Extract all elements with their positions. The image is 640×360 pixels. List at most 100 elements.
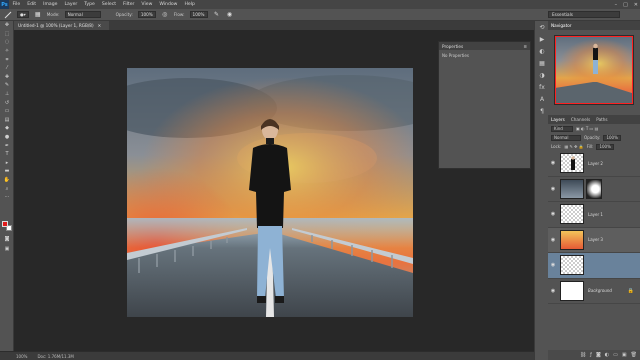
- menu-layer[interactable]: Layer: [61, 2, 81, 7]
- paragraph-panel-icon[interactable]: ¶: [535, 105, 549, 117]
- eye-icon[interactable]: ◉: [548, 160, 558, 166]
- layer-name[interactable]: Layer 3: [588, 237, 603, 242]
- maximize-button[interactable]: □: [623, 2, 628, 8]
- eraser-tool-icon[interactable]: ▭: [0, 107, 14, 116]
- adjustment-layer-icon[interactable]: ◐: [605, 352, 609, 358]
- brush-size-picker[interactable]: ●▾: [17, 11, 29, 18]
- color-swatches[interactable]: [2, 221, 12, 231]
- menu-help[interactable]: Help: [181, 2, 198, 7]
- more-tools-icon[interactable]: ⋯: [0, 193, 14, 202]
- lock-icons[interactable]: ▦ ✎ ✥ 🔒: [564, 144, 583, 149]
- blend-mode-select[interactable]: Normal: [551, 134, 581, 141]
- brush-panel-icon[interactable]: ▦: [34, 11, 42, 19]
- pressure-opacity-icon[interactable]: ◎: [161, 11, 169, 19]
- move-tool-icon[interactable]: ✥: [0, 21, 14, 30]
- lasso-tool-icon[interactable]: ◌: [0, 38, 14, 47]
- layer-name[interactable]: Layer 1: [588, 212, 603, 217]
- layer-row-selected[interactable]: ◉: [548, 253, 640, 279]
- brush-tool-icon[interactable]: [4, 11, 12, 19]
- layer-name[interactable]: Layer 2: [588, 161, 603, 166]
- history-panel-icon[interactable]: ⟲: [535, 21, 549, 33]
- menu-view[interactable]: View: [138, 2, 156, 7]
- marquee-tool-icon[interactable]: ⬚: [0, 30, 14, 39]
- color-panel-icon[interactable]: ◐: [535, 45, 549, 57]
- fill-input[interactable]: 100%: [596, 143, 614, 150]
- new-layer-icon[interactable]: ▣: [622, 352, 627, 358]
- layer-opacity-input[interactable]: 100%: [603, 134, 621, 141]
- clone-stamp-icon[interactable]: ⊥: [0, 90, 14, 99]
- minimize-button[interactable]: –: [615, 2, 618, 8]
- foreground-color-swatch[interactable]: [2, 221, 8, 227]
- eye-icon[interactable]: ◉: [548, 186, 558, 192]
- actions-panel-icon[interactable]: ▶: [535, 33, 549, 45]
- airbrush-icon[interactable]: ✎: [213, 11, 221, 19]
- filter-icons[interactable]: ▣ ◐ T ▭ ▤: [576, 126, 598, 131]
- close-tab-icon[interactable]: ✕: [98, 23, 102, 28]
- character-panel-icon[interactable]: A: [535, 93, 549, 105]
- quick-mask-icon[interactable]: ◙: [0, 235, 14, 244]
- menu-file[interactable]: File: [9, 2, 24, 7]
- opacity-input[interactable]: 100%: [137, 11, 156, 18]
- healing-brush-icon[interactable]: ✚: [0, 73, 14, 82]
- menu-filter[interactable]: Filter: [120, 2, 138, 7]
- eyedropper-tool-icon[interactable]: ⁄: [0, 64, 14, 73]
- tab-paths[interactable]: Paths: [596, 117, 607, 122]
- mode-select[interactable]: Normal: [64, 11, 101, 18]
- fx-icon[interactable]: ƒ: [590, 352, 592, 358]
- panel-menu-icon[interactable]: ≡: [523, 44, 527, 49]
- layer-row[interactable]: ◉ Layer 1: [548, 202, 640, 228]
- hand-tool-icon[interactable]: ✋: [0, 176, 14, 185]
- menu-image[interactable]: Image: [40, 2, 61, 7]
- tab-layers[interactable]: Layers: [551, 117, 565, 122]
- workspace-select[interactable]: Essentials: [548, 11, 620, 18]
- path-select-icon[interactable]: ▸: [0, 159, 14, 168]
- eye-icon[interactable]: ◉: [548, 262, 558, 268]
- layer-row[interactable]: ◉: [548, 177, 640, 202]
- opacity-label: Opacity:: [115, 12, 133, 17]
- eye-icon[interactable]: ◉: [548, 237, 558, 243]
- layers-tabs: Layers Channels Paths: [548, 115, 640, 124]
- menu-select[interactable]: Select: [98, 2, 119, 7]
- tab-navigator[interactable]: Navigator: [551, 23, 572, 28]
- layer-row[interactable]: ◉ Layer 3: [548, 227, 640, 253]
- link-layers-icon[interactable]: ⛓: [580, 352, 586, 358]
- shape-tool-icon[interactable]: ▬: [0, 167, 14, 176]
- layer-row[interactable]: ◉ Layer 2: [548, 151, 640, 177]
- add-mask-icon[interactable]: ◙: [596, 352, 601, 358]
- trash-icon[interactable]: 🗑: [631, 352, 637, 358]
- filter-kind-select[interactable]: Kind: [551, 125, 573, 132]
- dodge-tool-icon[interactable]: ●: [0, 133, 14, 142]
- swatches-panel-icon[interactable]: ▦: [535, 57, 549, 69]
- layer-name[interactable]: Background: [588, 288, 612, 293]
- styles-panel-icon[interactable]: fx: [535, 81, 549, 93]
- blur-tool-icon[interactable]: ◆: [0, 124, 14, 133]
- zoom-level[interactable]: 100%: [16, 354, 27, 359]
- adjustments-panel-icon[interactable]: ◑: [535, 69, 549, 81]
- eye-icon[interactable]: ◉: [548, 211, 558, 217]
- tools-panel: ✥ ⬚ ◌ ✧ ⌗ ⁄ ✚ ✎ ⊥ ↺ ▭ ▤ ◆ ● ✒ T ▸ ▬ ✋ ⌕ …: [0, 21, 14, 351]
- layer-mask-thumbnail[interactable]: [586, 178, 602, 199]
- flow-input[interactable]: 100%: [189, 11, 208, 18]
- document-tab[interactable]: Untitled-1 @ 100% (Layer 1, RGB/8) ✕: [14, 21, 110, 30]
- tab-channels[interactable]: Channels: [571, 117, 590, 122]
- eye-icon[interactable]: ◉: [548, 288, 558, 294]
- layer-row[interactable]: ◉ Background 🔒: [548, 279, 640, 304]
- zoom-tool-icon[interactable]: ⌕: [0, 184, 14, 193]
- crop-tool-icon[interactable]: ⌗: [0, 55, 14, 64]
- pressure-size-icon[interactable]: ◉: [226, 11, 234, 19]
- menu-type[interactable]: Type: [81, 2, 99, 7]
- history-brush-icon[interactable]: ↺: [0, 98, 14, 107]
- type-tool-icon[interactable]: T: [0, 150, 14, 159]
- screen-mode-icon[interactable]: ▣: [0, 245, 14, 254]
- menu-window[interactable]: Window: [156, 2, 181, 7]
- new-group-icon[interactable]: ▭: [613, 352, 618, 358]
- brush-tool-icon[interactable]: ✎: [0, 81, 14, 90]
- menu-edit[interactable]: Edit: [24, 2, 40, 7]
- gradient-tool-icon[interactable]: ▤: [0, 116, 14, 125]
- navigator-view-box[interactable]: [555, 36, 633, 104]
- quick-select-tool-icon[interactable]: ✧: [0, 47, 14, 56]
- close-button[interactable]: ✕: [634, 2, 638, 8]
- document-canvas[interactable]: [127, 68, 413, 317]
- pen-tool-icon[interactable]: ✒: [0, 141, 14, 150]
- document-info[interactable]: Doc: 1.76M/11.3M: [37, 354, 73, 359]
